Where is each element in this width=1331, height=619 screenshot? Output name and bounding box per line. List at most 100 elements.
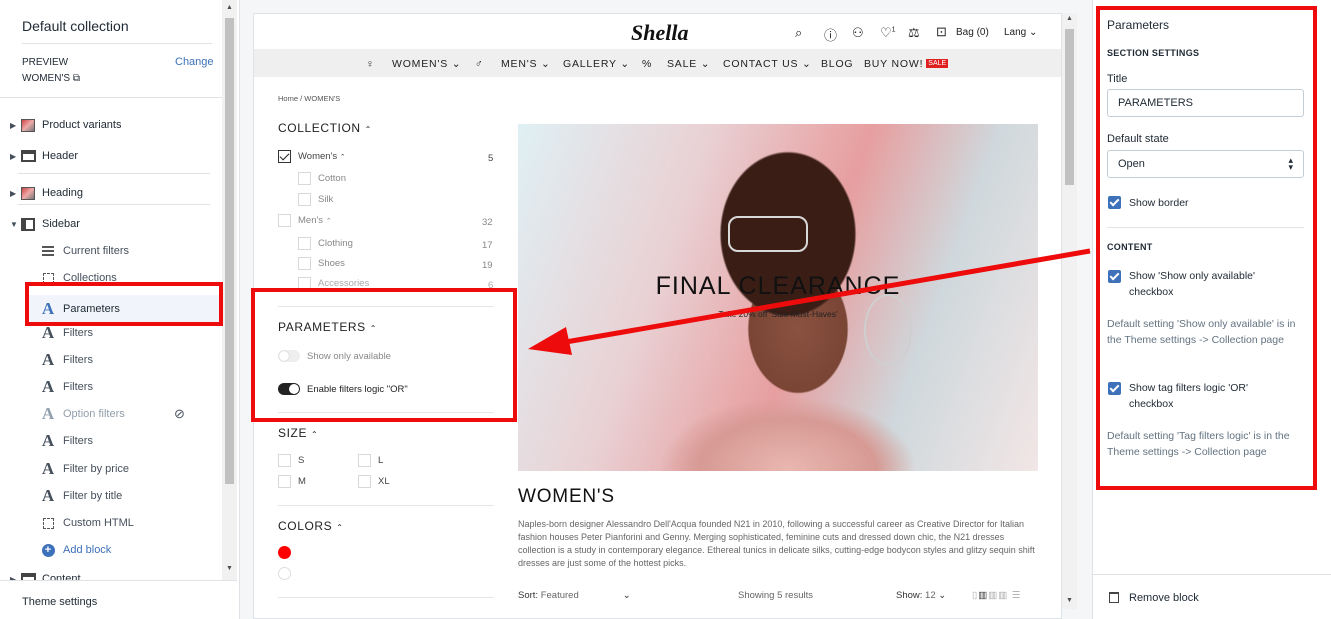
scroll-up-arrow-icon[interactable]: ▲ bbox=[226, 4, 233, 11]
show-label: Show: bbox=[896, 590, 923, 601]
size-option-xl[interactable]: XL bbox=[358, 475, 390, 488]
checkbox-checked[interactable] bbox=[278, 150, 291, 163]
hero-title: FINAL CLEARANCE bbox=[655, 272, 901, 300]
nav-contact-us[interactable]: CONTACT US ⌄ bbox=[723, 58, 812, 70]
theme-settings-link[interactable]: Theme settings bbox=[22, 596, 97, 608]
nav-blog[interactable]: BLOG bbox=[821, 58, 853, 70]
checkbox[interactable] bbox=[298, 172, 311, 185]
glasses-graphic bbox=[728, 216, 808, 252]
checkbox[interactable] bbox=[278, 214, 291, 227]
filter-option-clothing[interactable]: Clothing bbox=[298, 237, 353, 250]
tree-item-sidebar[interactable]: ▼ Sidebar bbox=[10, 214, 80, 234]
block-filters[interactable]: A Filters bbox=[40, 377, 93, 397]
wishlist-icon[interactable]: ♡1 bbox=[880, 25, 896, 41]
scroll-down-arrow-icon[interactable]: ▼ bbox=[1066, 597, 1073, 604]
theme-settings-footer[interactable]: Theme settings bbox=[0, 580, 237, 619]
grid-4-icon[interactable]: ▥ bbox=[988, 590, 998, 601]
bag-icon[interactable]: ⊡ bbox=[936, 24, 947, 40]
expand-caret-icon[interactable]: ▶ bbox=[10, 152, 20, 161]
filter-option-womens[interactable]: Women's ⌃ bbox=[278, 150, 346, 163]
scroll-up-arrow-icon[interactable]: ▲ bbox=[1066, 15, 1073, 22]
collapse-caret-icon[interactable]: ▼ bbox=[10, 220, 20, 229]
add-block-button[interactable]: + Add block bbox=[40, 540, 111, 560]
nav-mens[interactable]: MEN'S ⌄ bbox=[501, 58, 551, 70]
block-custom-html[interactable]: Custom HTML bbox=[40, 513, 134, 533]
divider bbox=[278, 505, 494, 506]
checkbox[interactable] bbox=[358, 454, 371, 467]
show-per-page-select[interactable]: Show: 12 ⌄ bbox=[896, 590, 946, 601]
tree-item-header[interactable]: ▶ Header bbox=[10, 146, 78, 166]
block-filters[interactable]: A Filters bbox=[40, 431, 93, 451]
tree-item-product-variants[interactable]: ▶ Product variants bbox=[10, 115, 121, 135]
help-icon[interactable]: ⓘ bbox=[824, 25, 837, 44]
expand-caret-icon[interactable]: ▶ bbox=[10, 189, 20, 198]
tree-item-heading[interactable]: ▶ Heading bbox=[10, 183, 83, 203]
account-icon[interactable]: ⚇ bbox=[852, 25, 864, 41]
nav-womens[interactable]: WOMEN'S ⌄ bbox=[392, 58, 461, 70]
filter-option-silk[interactable]: Silk bbox=[298, 193, 333, 206]
filter-count: 19 bbox=[482, 260, 493, 271]
remove-block-footer: Remove block bbox=[1093, 574, 1331, 619]
trash-icon[interactable] bbox=[1109, 592, 1119, 603]
size-option-m[interactable]: M bbox=[278, 475, 306, 488]
collection-hero-banner[interactable]: FINAL CLEARANCE Take 20% off 'Sale Must-… bbox=[518, 124, 1038, 471]
store-logo[interactable]: Shella bbox=[631, 20, 688, 46]
add-circle-icon: + bbox=[40, 543, 56, 557]
checkbox[interactable] bbox=[358, 475, 371, 488]
block-filter-by-price[interactable]: A Filter by price bbox=[40, 459, 129, 479]
color-swatch-white[interactable] bbox=[278, 567, 291, 580]
filter-heading-label: COLLECTION bbox=[278, 121, 361, 135]
block-current-filters[interactable]: Current filters bbox=[40, 241, 129, 261]
nav-sale[interactable]: SALE ⌄ bbox=[667, 58, 710, 70]
hidden-eye-icon[interactable]: ⊘ bbox=[174, 406, 185, 422]
filter-heading-label: COLORS bbox=[278, 519, 333, 533]
compare-icon[interactable]: ⚖ bbox=[908, 25, 920, 41]
checkbox[interactable] bbox=[298, 237, 311, 250]
change-preview-link[interactable]: Change bbox=[175, 56, 214, 68]
block-filters[interactable]: A Filters bbox=[40, 350, 93, 370]
block-option-filters-hidden[interactable]: A Option filters ⊘ bbox=[40, 404, 185, 424]
filter-option-cotton[interactable]: Cotton bbox=[298, 172, 346, 185]
chevron-up-icon: ⌃ bbox=[311, 430, 319, 439]
scrollbar-thumb[interactable] bbox=[225, 18, 234, 484]
block-filters[interactable]: A Filters bbox=[40, 323, 93, 343]
grid-3-icon[interactable]: ▥ bbox=[978, 590, 988, 601]
left-scrollbar[interactable]: ▲ ▼ bbox=[222, 0, 237, 580]
scrollbar-thumb[interactable] bbox=[1065, 29, 1074, 185]
collection-filter-heading[interactable]: COLLECTION ⌃ bbox=[278, 121, 372, 135]
bag-link[interactable]: Bag (0) bbox=[956, 27, 989, 38]
block-filter-by-title[interactable]: A Filter by title bbox=[40, 486, 122, 506]
scroll-down-arrow-icon[interactable]: ▼ bbox=[226, 565, 233, 572]
breadcrumb-home[interactable]: Home bbox=[278, 94, 298, 103]
checkbox[interactable] bbox=[278, 454, 291, 467]
sort-value: Featured bbox=[540, 590, 579, 601]
nav-gallery[interactable]: GALLERY ⌄ bbox=[563, 58, 630, 70]
remove-block-button[interactable]: Remove block bbox=[1129, 592, 1199, 604]
block-label: Filters bbox=[63, 381, 93, 393]
chevron-down-icon: ⌄ bbox=[938, 590, 947, 601]
list-view-icon[interactable]: ☰ bbox=[1012, 590, 1022, 601]
size-filter-heading[interactable]: SIZE ⌃ bbox=[278, 426, 318, 440]
color-swatch-red[interactable] bbox=[278, 546, 291, 559]
chevron-up-icon: ⌃ bbox=[325, 217, 332, 225]
nav-label: CONTACT US bbox=[723, 58, 799, 70]
sort-select[interactable]: Sort: Featured ⌄ bbox=[518, 590, 631, 601]
nav-label: GALLERY bbox=[563, 58, 617, 70]
grid-view-icons[interactable]: ▯▥▥▥ ☰ bbox=[972, 590, 1021, 601]
filter-option-shoes[interactable]: Shoes bbox=[298, 257, 345, 270]
checkbox[interactable] bbox=[298, 193, 311, 206]
breadcrumb-current: WOMEN'S bbox=[304, 94, 341, 103]
size-option-s[interactable]: S bbox=[278, 454, 304, 467]
language-select[interactable]: Lang ⌄ bbox=[1004, 27, 1037, 38]
filter-option-mens[interactable]: Men's ⌃ bbox=[278, 214, 332, 227]
checkbox[interactable] bbox=[298, 257, 311, 270]
colors-filter-heading[interactable]: COLORS ⌃ bbox=[278, 519, 344, 533]
checkbox[interactable] bbox=[278, 475, 291, 488]
grid-5-icon[interactable]: ▥ bbox=[998, 590, 1008, 601]
size-option-l[interactable]: L bbox=[358, 454, 383, 467]
preview-value[interactable]: WOMEN'S ⧉ bbox=[22, 73, 80, 84]
expand-caret-icon[interactable]: ▶ bbox=[10, 121, 20, 130]
search-icon[interactable]: ⌕ bbox=[795, 25, 802, 41]
preview-scrollbar[interactable]: ▲ ▼ bbox=[1062, 13, 1077, 609]
nav-buy-now[interactable]: BUY NOW! SALE bbox=[864, 58, 949, 70]
